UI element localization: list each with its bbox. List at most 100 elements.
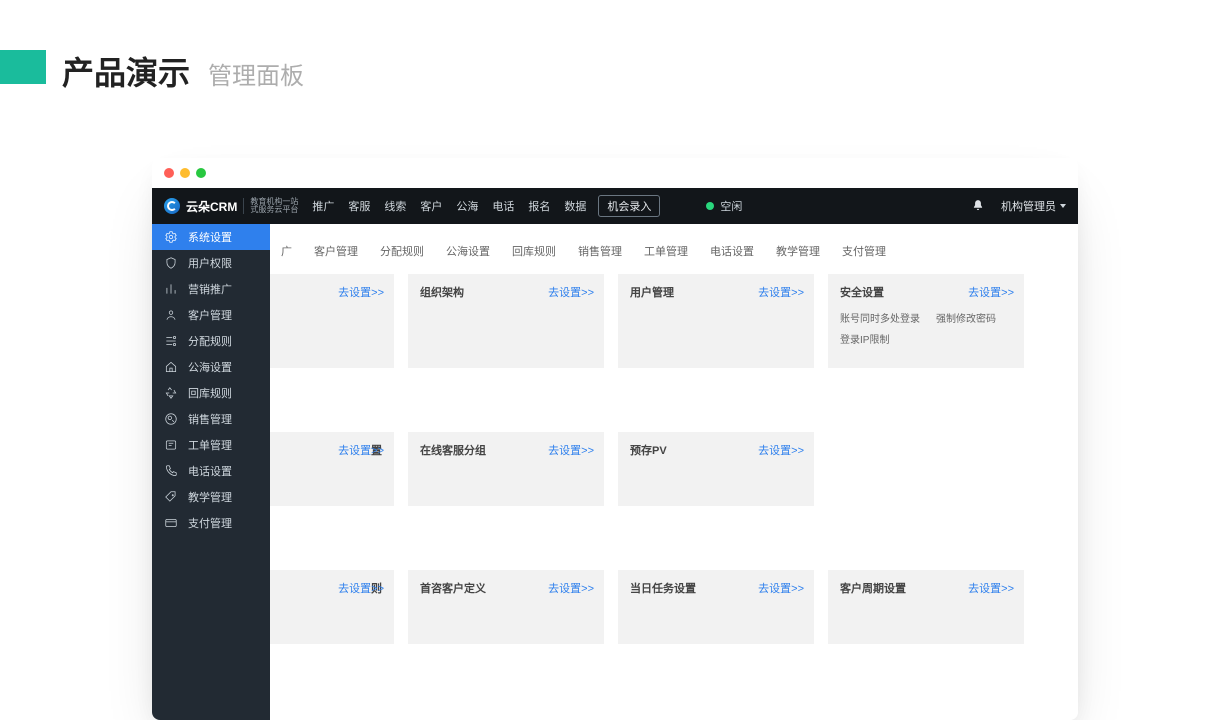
card-title: 客户周期设置 (840, 583, 906, 595)
recycle-icon (164, 386, 178, 400)
card-icon (164, 516, 178, 530)
app-topbar: 云朵CRM 教育机构一站 式服务云平台 推广 客服 线索 客户 公海 电话 报名… (152, 188, 1078, 224)
sidebar-item-search[interactable]: 销售管理 (152, 406, 270, 432)
card-title: 用户管理 (630, 287, 674, 299)
user-menu[interactable]: 机构管理员 (1001, 198, 1066, 214)
sidebar-item-card[interactable]: 支付管理 (152, 510, 270, 536)
go-settings-link[interactable]: 去设置>> (548, 284, 594, 300)
phone-icon (164, 464, 178, 478)
window-min-dot[interactable] (180, 168, 190, 178)
sidebar: 系统设置用户权限营销推广客户管理分配规则公海设置回库规则销售管理工单管理电话设置… (152, 224, 270, 720)
card-row: 置去设置>>在线客服分组去设置>>预存PV去设置>> (270, 432, 1078, 506)
card-chip: 强制修改密码 (936, 310, 996, 325)
house-icon (164, 360, 178, 374)
topnav-item[interactable]: 公海 (456, 198, 478, 214)
tab-6[interactable]: 工单管理 (633, 238, 699, 264)
tab-9[interactable]: 支付管理 (831, 238, 897, 264)
card-title: 在线客服分组 (420, 445, 486, 457)
go-settings-link[interactable]: 去设置>> (968, 580, 1014, 596)
card-chip: 登录IP限制 (840, 331, 889, 346)
go-settings-link[interactable]: 去设置>> (548, 442, 594, 458)
topnav-item[interactable]: 客服 (348, 198, 370, 214)
settings-card: 预存PV 去设置>> (618, 432, 814, 506)
sidebar-item-house[interactable]: 公海设置 (152, 354, 270, 380)
window-max-dot[interactable] (196, 168, 206, 178)
brand[interactable]: 云朵CRM 教育机构一站 式服务云平台 (164, 198, 298, 215)
topnav-item[interactable]: 电话 (492, 198, 514, 214)
topnav-item[interactable]: 客户 (420, 198, 442, 214)
settings-card: 首咨客户定义 去设置>> (408, 570, 604, 644)
tab-2[interactable]: 分配规则 (369, 238, 435, 264)
settings-card: 则去设置>> (270, 570, 394, 644)
topnav-item[interactable]: 线索 (384, 198, 406, 214)
sidebar-item-label: 电话设置 (188, 463, 232, 479)
brand-name: 云朵CRM (186, 198, 237, 215)
sidebar-item-label: 工单管理 (188, 437, 232, 453)
person-icon (164, 308, 178, 322)
tab-1[interactable]: 客户管理 (303, 238, 369, 264)
sidebar-item-recycle[interactable]: 回库规则 (152, 380, 270, 406)
card-chips: 账号同时多处登录强制修改密码登录IP限制 (840, 310, 1012, 346)
topnav-item[interactable]: 数据 (564, 198, 586, 214)
tag-icon (164, 490, 178, 504)
settings-card: 在线客服分组 去设置>> (408, 432, 604, 506)
tab-0[interactable]: 广 (270, 238, 303, 264)
tab-7[interactable]: 电话设置 (699, 238, 765, 264)
tab-5[interactable]: 销售管理 (567, 238, 633, 264)
tab-8[interactable]: 教学管理 (765, 238, 831, 264)
tab-4[interactable]: 回库规则 (501, 238, 567, 264)
sidebar-item-bars[interactable]: 营销推广 (152, 276, 270, 302)
status-dot-icon (706, 202, 714, 210)
accent-bar (0, 50, 46, 84)
settings-card: 安全设置去设置>>账号同时多处登录强制修改密码登录IP限制 (828, 274, 1024, 368)
settings-card: 当日任务设置去设置>> (618, 570, 814, 644)
sidebar-item-flow[interactable]: 分配规则 (152, 328, 270, 354)
chevron-down-icon (1060, 204, 1066, 208)
sidebar-item-label: 客户管理 (188, 307, 232, 323)
record-button[interactable]: 机会录入 (598, 195, 660, 217)
sidebar-item-ticket[interactable]: 工单管理 (152, 432, 270, 458)
sidebar-item-phone[interactable]: 电话设置 (152, 458, 270, 484)
main-panel: 广客户管理分配规则公海设置回库规则销售管理工单管理电话设置教学管理支付管理 去设… (270, 224, 1078, 720)
topnav-item[interactable]: 报名 (528, 198, 550, 214)
topnav-item[interactable]: 推广 (312, 198, 334, 214)
app-window: 云朵CRM 教育机构一站 式服务云平台 推广 客服 线索 客户 公海 电话 报名… (152, 158, 1078, 720)
bell-icon[interactable] (971, 199, 985, 213)
sidebar-item-label: 分配规则 (188, 333, 232, 349)
sidebar-item-label: 销售管理 (188, 411, 232, 427)
go-settings-link[interactable]: 去设置>> (338, 442, 384, 458)
window-close-dot[interactable] (164, 168, 174, 178)
card-row: 则去设置>>首咨客户定义去设置>>当日任务设置去设置>>客户周期设置去设置>> (270, 570, 1078, 644)
go-settings-link[interactable]: 去设置>> (338, 580, 384, 596)
card-row: 去设置>>组织架构去设置>>用户管理去设置>>安全设置去设置>>账号同时多处登录… (270, 274, 1078, 368)
card-title: 预存PV (630, 445, 667, 457)
cards-area: 去设置>>组织架构去设置>>用户管理去设置>>安全设置去设置>>账号同时多处登录… (270, 274, 1078, 644)
go-settings-link[interactable]: 去设置>> (338, 284, 384, 300)
card-title: 首咨客户定义 (420, 583, 486, 595)
card-title: 组织架构 (420, 287, 464, 299)
go-settings-link[interactable]: 去设置>> (758, 284, 804, 300)
sidebar-item-shield[interactable]: 用户权限 (152, 250, 270, 276)
status-indicator[interactable]: 空闲 (706, 198, 742, 214)
page-subtitle: 管理面板 (208, 56, 304, 91)
tab-3[interactable]: 公海设置 (435, 238, 501, 264)
go-settings-link[interactable]: 去设置>> (758, 580, 804, 596)
window-controls (152, 158, 1078, 188)
settings-card: 去设置>> (270, 274, 394, 368)
sidebar-item-label: 支付管理 (188, 515, 232, 531)
brand-tagline: 教育机构一站 式服务云平台 (243, 198, 298, 215)
settings-card: 客户周期设置 去设置>> (828, 570, 1024, 644)
go-settings-link[interactable]: 去设置>> (758, 442, 804, 458)
go-settings-link[interactable]: 去设置>> (548, 580, 594, 596)
go-settings-link[interactable]: 去设置>> (968, 284, 1014, 300)
sidebar-item-person[interactable]: 客户管理 (152, 302, 270, 328)
sidebar-item-tag[interactable]: 教学管理 (152, 484, 270, 510)
search-icon (164, 412, 178, 426)
ticket-icon (164, 438, 178, 452)
topbar-right: 机构管理员 (971, 198, 1066, 214)
shield-icon (164, 256, 178, 270)
sidebar-item-label: 公海设置 (188, 359, 232, 375)
brand-logo-icon (164, 198, 180, 214)
brand-tagline-2: 式服务云平台 (250, 205, 298, 214)
sidebar-item-gear[interactable]: 系统设置 (152, 224, 270, 250)
